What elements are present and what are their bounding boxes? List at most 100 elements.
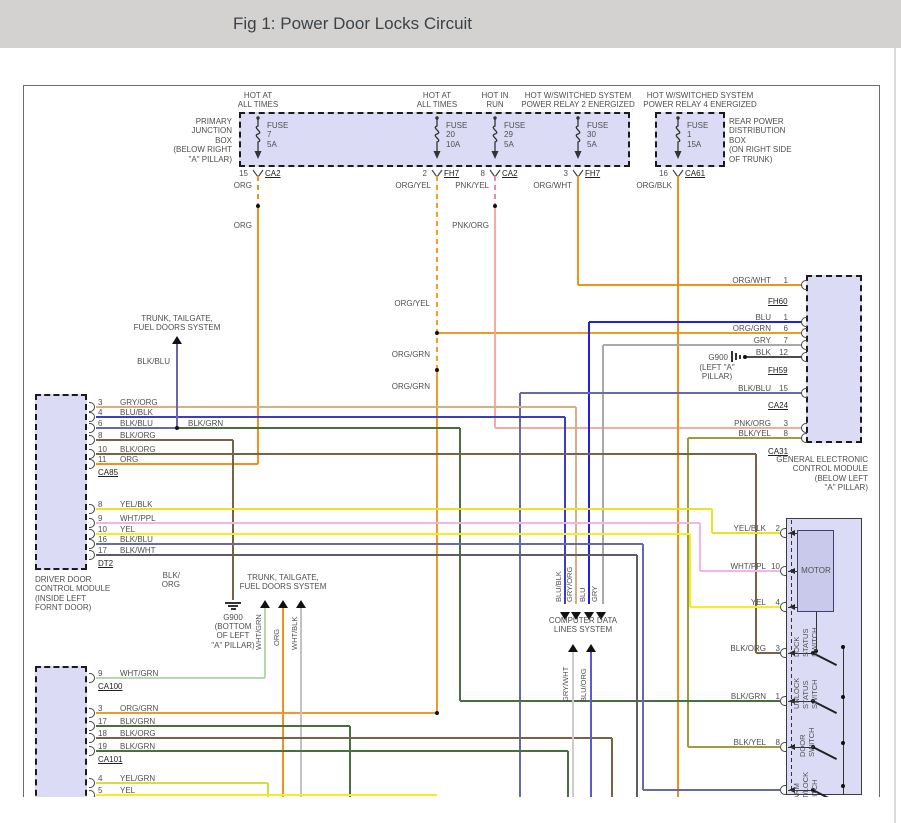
wire-label: BLK/BLU bbox=[701, 384, 771, 393]
wire-label: WHT/GRN bbox=[120, 669, 190, 678]
connector-boundary-line bbox=[788, 607, 797, 608]
fuse-label: FUSE 29 5A bbox=[504, 121, 546, 149]
ground-icon bbox=[731, 351, 733, 362]
wire-wht-blk bbox=[300, 608, 302, 797]
pin-arc-icon bbox=[89, 529, 95, 539]
connector-label[interactable]: FH59 bbox=[768, 366, 804, 375]
splice-dot bbox=[435, 331, 439, 335]
wire-label: ORG/YEL bbox=[368, 299, 430, 308]
pin-number: 9 bbox=[98, 669, 114, 678]
connector-label[interactable]: CA24 bbox=[768, 401, 804, 410]
connector-chevron-icon bbox=[431, 165, 443, 174]
box-caption: PRIMARY JUNCTION BOX (BELOW RIGHT "A" PI… bbox=[120, 117, 232, 164]
pin-arc-icon bbox=[89, 402, 95, 412]
box-caption: REAR POWER DISTRIBUTION BOX (ON RIGHT SI… bbox=[729, 117, 824, 164]
pin-number: 17 bbox=[98, 546, 114, 555]
ground-icon bbox=[228, 605, 238, 607]
pin-number: 9 bbox=[98, 514, 114, 523]
wire-label: YEL/BLK bbox=[120, 500, 190, 509]
wire-label: ORG/WHT bbox=[701, 276, 771, 285]
pin-arc-icon bbox=[89, 778, 95, 788]
pin-number: 6 bbox=[768, 324, 788, 333]
pin-arc-icon bbox=[801, 340, 807, 350]
wire-label-rotated: GRY/WHT bbox=[562, 667, 571, 702]
wire-label: WHT/PPL bbox=[698, 562, 766, 571]
system-ref-label: COMPUTER DATA LINES SYSTEM bbox=[523, 616, 643, 635]
wire-label: BLK/ORG bbox=[120, 445, 190, 454]
pin-arc-icon bbox=[780, 566, 786, 576]
wire-gry-org bbox=[575, 407, 577, 604]
switch-label: UNLOCK STATUS SWITCH bbox=[793, 678, 820, 709]
connector-chevron-icon bbox=[489, 165, 501, 174]
general-electronic-control-module-box bbox=[806, 275, 862, 443]
pin-number: 4 bbox=[98, 408, 114, 417]
connector-label[interactable]: CA101 bbox=[98, 755, 142, 764]
pin-number: 17 bbox=[98, 717, 114, 726]
arrow-up-icon bbox=[172, 336, 182, 344]
ground-icon bbox=[225, 602, 241, 604]
wire-label: ORG/BLK bbox=[610, 181, 672, 190]
pin-arc-icon bbox=[89, 504, 95, 514]
wire-label: ORG bbox=[120, 455, 190, 464]
arrow-up-icon bbox=[260, 600, 270, 608]
ground-location: (LEFT "A" PILLAR) bbox=[690, 363, 744, 382]
wire-label: YEL/BLK bbox=[698, 524, 766, 533]
ground-icon bbox=[739, 355, 741, 359]
pin-number: 4 bbox=[766, 598, 780, 607]
connector-label[interactable]: CA2 bbox=[265, 169, 301, 178]
pin-number: 7 bbox=[768, 336, 788, 345]
connector-label[interactable]: CA61 bbox=[685, 169, 721, 178]
pin-arc-icon bbox=[801, 280, 807, 290]
wire-label: YEL bbox=[698, 598, 766, 607]
wire-label: ORG/WHT bbox=[510, 181, 572, 190]
splice-dot bbox=[435, 711, 439, 715]
connector-label[interactable]: DT2 bbox=[98, 559, 138, 568]
arrow-up-icon bbox=[568, 644, 578, 652]
pin-number: 3 bbox=[98, 398, 114, 407]
pin-arc-icon bbox=[801, 328, 807, 338]
wire-label: ORG/GRN bbox=[701, 324, 771, 333]
wire-org-blk bbox=[677, 176, 679, 797]
connector-chevron-icon bbox=[252, 165, 264, 174]
pin-arc-icon bbox=[89, 790, 95, 797]
pin-arc-icon bbox=[801, 433, 807, 443]
connector-label[interactable]: FH60 bbox=[768, 297, 804, 306]
wire-label: ORG/GRN bbox=[368, 350, 430, 359]
wire-label: BLK/BLU bbox=[120, 535, 190, 544]
wire-label: GRY bbox=[701, 336, 771, 345]
arrow-up-icon bbox=[586, 644, 596, 652]
splice-dot bbox=[256, 204, 260, 208]
pin-arc-icon bbox=[89, 459, 95, 469]
ground-location: (BOTTOM OF LEFT "A" PILLAR) bbox=[203, 622, 263, 650]
wire-label: BLK/GRN bbox=[120, 742, 190, 751]
splice-dot bbox=[493, 204, 497, 208]
module-caption: GENERAL ELECTRONIC CONTROL MODULE (BELOW… bbox=[746, 455, 868, 493]
wire-org bbox=[257, 206, 259, 464]
ground-label: G900 bbox=[694, 353, 728, 362]
pin-arc-icon bbox=[89, 673, 95, 683]
connector-label[interactable]: CA100 bbox=[98, 682, 142, 691]
fuse-icon bbox=[671, 114, 685, 160]
pin-arc-icon bbox=[89, 435, 95, 445]
splice-dot bbox=[175, 426, 179, 430]
pin-number: 3 bbox=[98, 704, 114, 713]
wire-label: ORG/YEL bbox=[369, 181, 431, 190]
motor-label: MOTOR bbox=[798, 566, 834, 575]
wire-label: BLK/BLU bbox=[120, 419, 190, 428]
wire-label: BLK/ORG bbox=[120, 431, 190, 440]
system-ref-label: TRUNK, TAILGATE, FUEL DOORS SYSTEM bbox=[117, 314, 237, 333]
pin-number: 3 bbox=[544, 169, 568, 178]
wiring-diagram-canvas: HOT AT ALL TIMESFUSE 7 5A15CA2ORGHOT AT … bbox=[23, 85, 880, 797]
fuse-label: FUSE 20 10A bbox=[446, 121, 488, 149]
pin-number: 8 bbox=[768, 429, 788, 438]
connector-label[interactable]: CA2 bbox=[502, 169, 538, 178]
pin-arc-icon bbox=[89, 708, 95, 718]
pin-number: 1 bbox=[766, 692, 780, 701]
splice-dot bbox=[435, 368, 439, 372]
connector-label[interactable]: FH7 bbox=[585, 169, 621, 178]
figure-title: Fig 1: Power Door Locks Circuit bbox=[233, 14, 472, 34]
wire-label: BLK/WHT bbox=[120, 546, 190, 555]
pin-number: 16 bbox=[98, 535, 114, 544]
connector-boundary-line bbox=[788, 571, 797, 572]
connector-label[interactable]: CA85 bbox=[98, 468, 138, 477]
